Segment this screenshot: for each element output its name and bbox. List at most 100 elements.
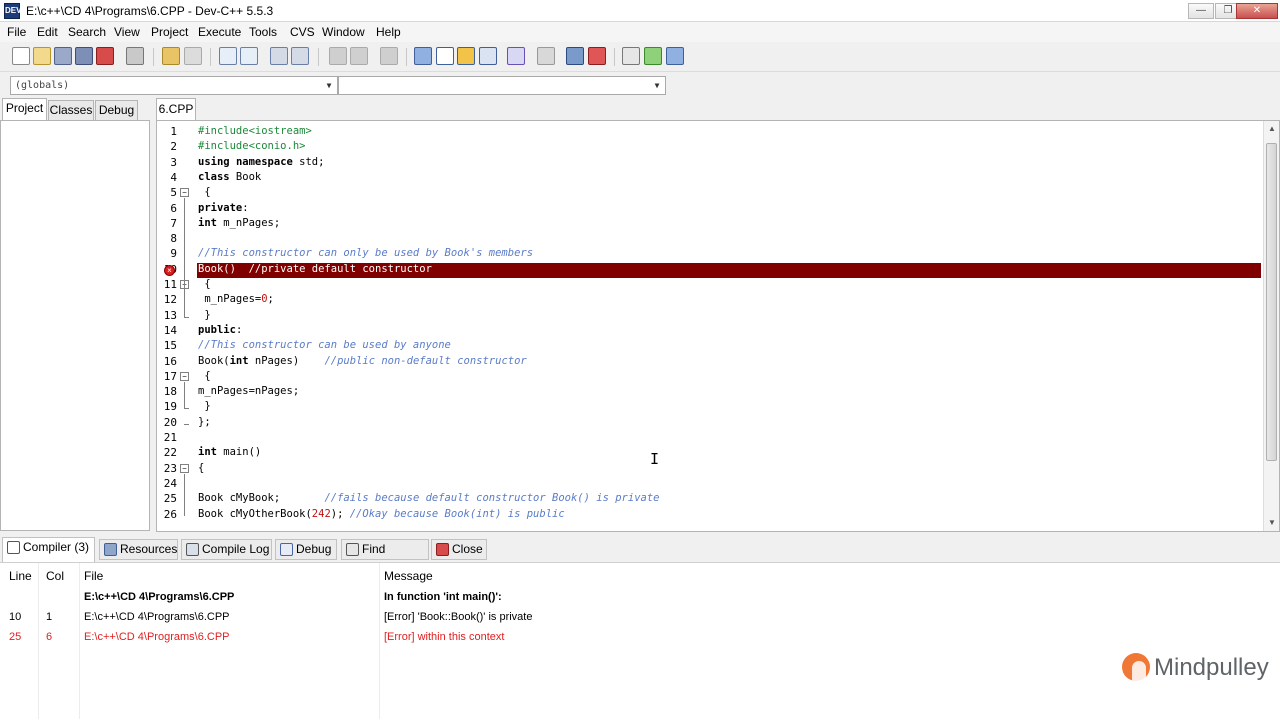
code-line[interactable]: int main() bbox=[198, 446, 261, 458]
result-cell-file[interactable]: E:\c++\CD 4\Programs\6.CPP bbox=[84, 591, 234, 603]
tab-compile-log[interactable]: Compile Log bbox=[181, 539, 272, 560]
open-file-icon[interactable] bbox=[33, 47, 51, 65]
code-line[interactable]: Book() //private default constructor bbox=[198, 263, 432, 275]
close-button[interactable]: ✕ bbox=[1236, 3, 1278, 19]
result-cell-line[interactable]: 10 bbox=[9, 611, 21, 623]
redo-icon[interactable] bbox=[184, 47, 202, 65]
result-cell-file[interactable]: E:\c++\CD 4\Programs\6.CPP bbox=[84, 611, 230, 623]
menu-search[interactable]: Search bbox=[68, 25, 106, 39]
column-header-message[interactable]: Message bbox=[384, 569, 433, 583]
code-line[interactable]: m_nPages=0; bbox=[198, 293, 274, 305]
compile-icon[interactable] bbox=[414, 47, 432, 65]
fold-toggle-icon[interactable]: − bbox=[180, 188, 189, 198]
result-cell-message[interactable]: In function 'int main()': bbox=[384, 591, 502, 603]
tab-debug[interactable]: Debug bbox=[95, 100, 138, 120]
scroll-down-icon[interactable]: ▼ bbox=[1264, 515, 1279, 531]
code-line[interactable]: { bbox=[198, 186, 210, 198]
line-number: 22 bbox=[163, 446, 177, 460]
result-cell-message[interactable]: [Error] 'Book::Book()' is private bbox=[384, 611, 532, 623]
column-header-line[interactable]: Line bbox=[9, 569, 32, 583]
code-line[interactable]: Book(int nPages) //public non-default co… bbox=[198, 355, 527, 367]
fold-toggle-icon[interactable]: − bbox=[180, 371, 189, 381]
menu-edit[interactable]: Edit bbox=[37, 25, 58, 39]
syntax-check-icon[interactable] bbox=[507, 47, 525, 65]
add-to-project-icon[interactable] bbox=[622, 47, 640, 65]
menu-tools[interactable]: Tools bbox=[249, 25, 277, 39]
find-icon[interactable] bbox=[219, 47, 237, 65]
code-line[interactable]: #include<conio.h> bbox=[198, 140, 305, 152]
menu-help[interactable]: Help bbox=[376, 25, 401, 39]
undo-icon[interactable] bbox=[162, 47, 180, 65]
menu-file[interactable]: File bbox=[7, 25, 26, 39]
code-line[interactable]: { bbox=[198, 370, 210, 382]
code-line[interactable]: using namespace std; bbox=[198, 156, 324, 168]
unindent-icon[interactable] bbox=[291, 47, 309, 65]
profile-icon[interactable] bbox=[566, 47, 584, 65]
chevron-down-icon[interactable]: ▼ bbox=[323, 79, 335, 92]
code-line[interactable]: { bbox=[198, 462, 204, 474]
menu-cvs[interactable]: CVS bbox=[290, 25, 315, 39]
project-tree[interactable] bbox=[0, 120, 150, 531]
minimize-button[interactable]: — bbox=[1188, 3, 1214, 19]
goto-line-icon[interactable] bbox=[380, 47, 398, 65]
project-options-icon[interactable] bbox=[666, 47, 684, 65]
fold-toggle-icon[interactable]: − bbox=[180, 463, 189, 473]
compiler-results-list[interactable]: Line Col File Message E:\c++\CD 4\Progra… bbox=[0, 562, 1280, 720]
result-cell-col[interactable]: 1 bbox=[46, 611, 52, 623]
indent-icon[interactable] bbox=[270, 47, 288, 65]
compile-run-icon[interactable] bbox=[457, 47, 475, 65]
tab-compiler[interactable]: Compiler (3) bbox=[2, 537, 95, 562]
tab-close[interactable]: Close bbox=[431, 539, 487, 560]
new-file-icon[interactable] bbox=[12, 47, 30, 65]
code-line[interactable]: } bbox=[198, 309, 210, 321]
menu-view[interactable]: View bbox=[114, 25, 140, 39]
tab-find-results[interactable]: Find Results bbox=[341, 539, 429, 575]
code-line[interactable]: Book cMyOtherBook(242); //Okay because B… bbox=[198, 508, 565, 520]
menu-project[interactable]: Project bbox=[151, 25, 188, 39]
scroll-up-icon[interactable]: ▲ bbox=[1264, 121, 1279, 137]
rebuild-icon[interactable] bbox=[479, 47, 497, 65]
tab-project[interactable]: Project bbox=[2, 98, 47, 120]
menu-execute[interactable]: Execute bbox=[198, 25, 241, 39]
code-line[interactable]: class Book bbox=[198, 171, 261, 183]
code-line[interactable]: { bbox=[198, 278, 210, 290]
code-editor[interactable]: 12345−678910×11−121314151617−18192021222… bbox=[156, 120, 1280, 532]
result-cell-line[interactable]: 25 bbox=[9, 631, 21, 643]
replace-icon[interactable] bbox=[240, 47, 258, 65]
code-line[interactable]: //This constructor can only be used by B… bbox=[198, 247, 533, 259]
code-line[interactable]: public: bbox=[198, 324, 242, 336]
code-line[interactable]: #include<iostream> bbox=[198, 125, 312, 137]
result-cell-file[interactable]: E:\c++\CD 4\Programs\6.CPP bbox=[84, 631, 230, 643]
close-file-icon[interactable] bbox=[96, 47, 114, 65]
code-line[interactable]: //This constructor can be used by anyone bbox=[198, 339, 451, 351]
chevron-down-icon[interactable]: ▼ bbox=[651, 79, 663, 92]
code-line[interactable]: Book cMyBook; //fails because default co… bbox=[198, 492, 659, 504]
import-icon[interactable] bbox=[644, 47, 662, 65]
member-combobox[interactable]: ▼ bbox=[338, 76, 666, 95]
scope-combobox[interactable]: (globals) ▼ bbox=[10, 76, 338, 95]
run-icon[interactable] bbox=[436, 47, 454, 65]
editor-tab-6cpp[interactable]: 6.CPP bbox=[156, 98, 196, 120]
code-line[interactable]: m_nPages=nPages; bbox=[198, 385, 299, 397]
code-line[interactable]: } bbox=[198, 400, 210, 412]
code-line[interactable]: private: bbox=[198, 202, 249, 214]
forward-icon[interactable] bbox=[350, 47, 368, 65]
column-header-col[interactable]: Col bbox=[46, 569, 64, 583]
print-icon[interactable] bbox=[126, 47, 144, 65]
result-cell-message[interactable]: [Error] within this context bbox=[384, 631, 504, 643]
column-header-file[interactable]: File bbox=[84, 569, 103, 583]
menu-window[interactable]: Window bbox=[322, 25, 365, 39]
result-cell-col[interactable]: 6 bbox=[46, 631, 52, 643]
tab-classes[interactable]: Classes bbox=[48, 100, 94, 120]
delete-profile-icon[interactable] bbox=[588, 47, 606, 65]
save-icon[interactable] bbox=[54, 47, 72, 65]
code-line[interactable]: }; bbox=[198, 416, 211, 428]
scrollbar-thumb[interactable] bbox=[1266, 143, 1277, 461]
back-icon[interactable] bbox=[329, 47, 347, 65]
tab-resources[interactable]: Resources bbox=[99, 539, 178, 560]
save-all-icon[interactable] bbox=[75, 47, 93, 65]
code-line[interactable]: int m_nPages; bbox=[198, 217, 280, 229]
stop-execution-icon[interactable] bbox=[537, 47, 555, 65]
vertical-scrollbar[interactable]: ▲ ▼ bbox=[1263, 121, 1279, 531]
tab-debug-bottom[interactable]: Debug bbox=[275, 539, 337, 560]
